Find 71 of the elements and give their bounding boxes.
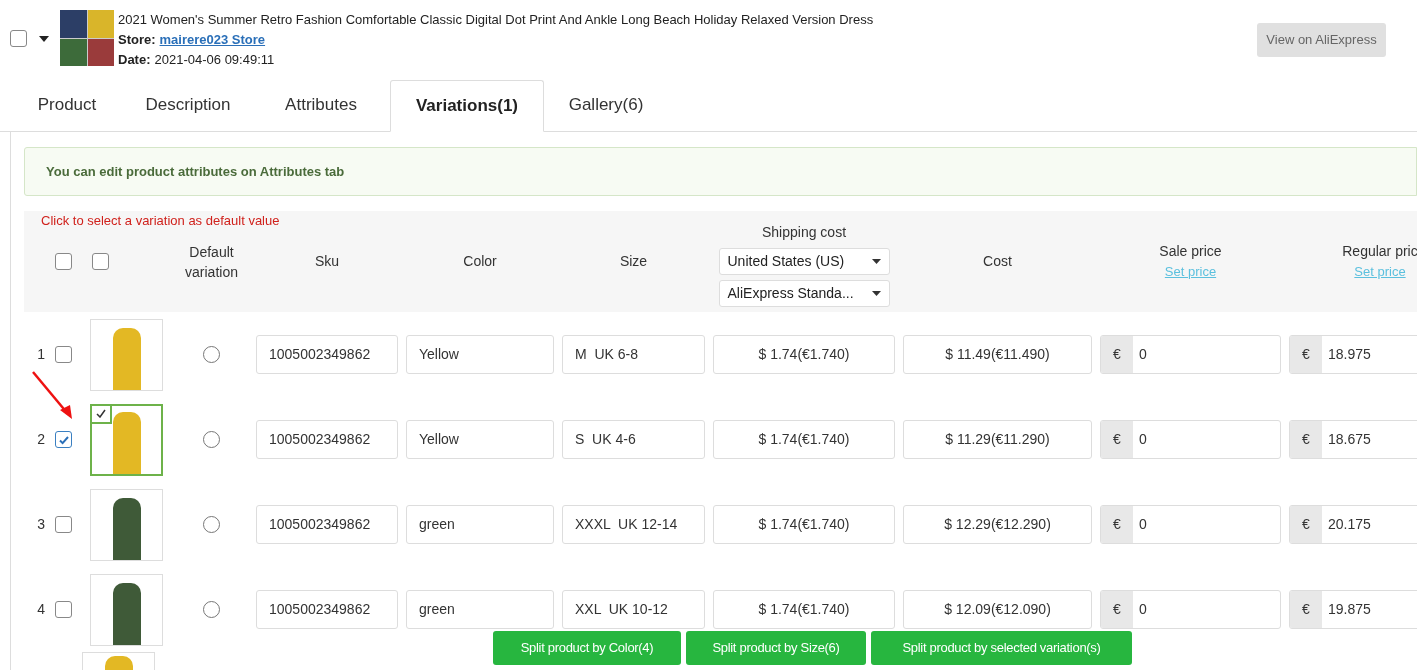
hint-text: Click to select a variation as default value [41, 212, 280, 230]
color-field[interactable]: green [406, 505, 554, 544]
column-header: Default variation [184, 242, 239, 282]
sku-field[interactable]: 1005002349862 [256, 590, 398, 629]
checkbox[interactable] [55, 346, 72, 363]
checkbox[interactable] [92, 253, 109, 270]
color-field[interactable]: Yellow [406, 420, 554, 459]
color-field[interactable]: green [406, 590, 554, 629]
row-number: 4 [37, 600, 45, 619]
row-number: 3 [37, 515, 45, 534]
checkbox[interactable] [55, 601, 72, 618]
column-header: Cost [983, 252, 1012, 271]
caret-icon [871, 290, 881, 296]
check-icon [92, 405, 112, 424]
regular-price-field[interactable]: € 19.875 [1289, 590, 1417, 629]
tab[interactable]: Description [124, 79, 252, 131]
product-thumbnail [60, 10, 114, 66]
sku-field[interactable]: 1005002349862 [256, 505, 398, 544]
size-field[interactable]: S UK 4-6 [562, 420, 705, 459]
checkbox[interactable] [55, 516, 72, 533]
shipping-cost-field[interactable]: $ 1.74(€1.740) [713, 420, 895, 459]
checkbox[interactable] [55, 253, 72, 270]
caret-icon [871, 258, 881, 264]
shipping-cost-field[interactable]: $ 1.74(€1.740) [713, 505, 895, 544]
product-title: 2021 Women's Summer Retro Fashion Comfortable Classic Digital Dot Print And Ankle Long Beach Holiday Relaxed Version Dress [118, 11, 875, 29]
regular-price-field[interactable]: € 18.675 [1289, 420, 1417, 459]
tab[interactable]: Product [10, 79, 124, 131]
date-label: Date: [118, 51, 151, 69]
column-header: Regular pric [1342, 242, 1417, 262]
size-field[interactable]: XXL UK 10-12 [562, 590, 705, 629]
sale-price-field[interactable]: € 0 [1100, 420, 1281, 459]
row-number: 2 [37, 430, 45, 449]
tab[interactable]: Gallery(6) [544, 79, 668, 131]
cost-field[interactable]: $ 12.09(€12.090) [903, 590, 1092, 629]
store-link[interactable]: mairere023 Store [159, 30, 266, 50]
sale-price-field[interactable]: € 0 [1100, 505, 1281, 544]
radio-button[interactable] [203, 431, 220, 448]
sale-price-field[interactable]: € 0 [1100, 590, 1281, 629]
radio-button[interactable] [203, 516, 220, 533]
size-field[interactable]: M UK 6-8 [562, 335, 705, 374]
size-field[interactable]: XXXL UK 12-14 [562, 505, 705, 544]
sale-price-field[interactable]: € 0 [1100, 335, 1281, 374]
cost-field[interactable]: $ 11.49(€11.490) [903, 335, 1092, 374]
radio-button[interactable] [203, 346, 220, 363]
sku-field[interactable]: 1005002349862 [256, 420, 398, 459]
column-header: Sale price [1159, 242, 1222, 262]
row-number: 1 [37, 345, 45, 364]
shipping-cost-field[interactable]: $ 1.74(€1.740) [713, 590, 895, 629]
regular-price-field[interactable]: € 18.975 [1289, 335, 1417, 374]
view-on-aliexpress-button[interactable]: View on AliExpress [1257, 23, 1386, 57]
tab[interactable]: Attributes [252, 79, 390, 131]
column-header: Sku [314, 252, 340, 271]
checkbox[interactable] [55, 431, 72, 448]
dropdown[interactable]: United States (US) [718, 247, 890, 275]
column-header: Shipping cost [761, 222, 847, 242]
shipping-cost-field[interactable]: $ 1.74(€1.740) [713, 335, 895, 374]
regular-price-field[interactable]: € 20.175 [1289, 505, 1417, 544]
column-header: Color [463, 252, 497, 271]
dropdown[interactable]: AliExpress Standa... [718, 279, 890, 307]
cost-field[interactable]: $ 12.29(€12.290) [903, 505, 1092, 544]
store-label: Store: [118, 31, 156, 49]
color-field[interactable]: Yellow [406, 335, 554, 374]
date-value: 2021-04-06 09:49:11 [154, 51, 275, 69]
caret-icon[interactable] [39, 35, 49, 42]
sku-field[interactable]: 1005002349862 [256, 335, 398, 374]
checkbox[interactable] [10, 30, 27, 47]
tab[interactable]: Variations(1) [390, 80, 544, 132]
cost-field[interactable]: $ 11.29(€11.290) [903, 420, 1092, 459]
notice-banner: You can edit product attributes on Attributes tab [24, 147, 1417, 196]
column-header: Size [619, 252, 648, 271]
radio-button[interactable] [203, 601, 220, 618]
